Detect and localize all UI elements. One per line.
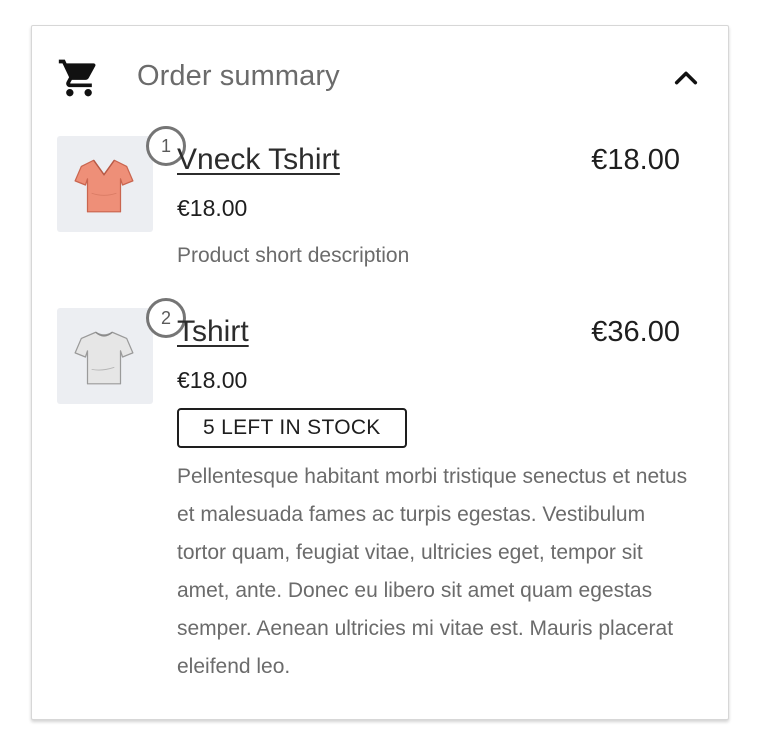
- product-name-link[interactable]: Vneck Tshirt: [177, 141, 340, 179]
- order-summary-title: Order summary: [137, 60, 340, 92]
- product-name-link[interactable]: Tshirt: [177, 313, 249, 351]
- product-thumbnail: 1: [57, 126, 186, 232]
- product-thumbnail: 2: [57, 298, 186, 404]
- unit-price: €18.00: [177, 195, 248, 221]
- unit-price: €18.00: [177, 367, 248, 393]
- stock-badge: 5 LEFT IN STOCK: [177, 408, 407, 448]
- line-total: €36.00: [591, 316, 680, 348]
- shopping-cart-icon: [58, 59, 96, 97]
- product-description: Pellentesque habitant morbi tristique se…: [177, 465, 688, 678]
- tshirt-image: [74, 331, 134, 385]
- order-item: 1 Vneck Tshirt €18.00 €18.00 Product sho…: [32, 126, 728, 276]
- order-summary-panel: Order summary 1 Vneck Tshirt €18.00 €18.…: [31, 25, 729, 720]
- vneck-tshirt-image: [74, 159, 134, 213]
- chevron-up-icon[interactable]: [672, 64, 700, 92]
- order-summary-toggle[interactable]: Order summary: [32, 26, 728, 126]
- order-item: 2 Tshirt €36.00 €18.00 5 LEFT IN STOCK P…: [32, 298, 728, 708]
- line-total: €18.00: [591, 144, 680, 176]
- product-description: Product short description: [177, 244, 410, 267]
